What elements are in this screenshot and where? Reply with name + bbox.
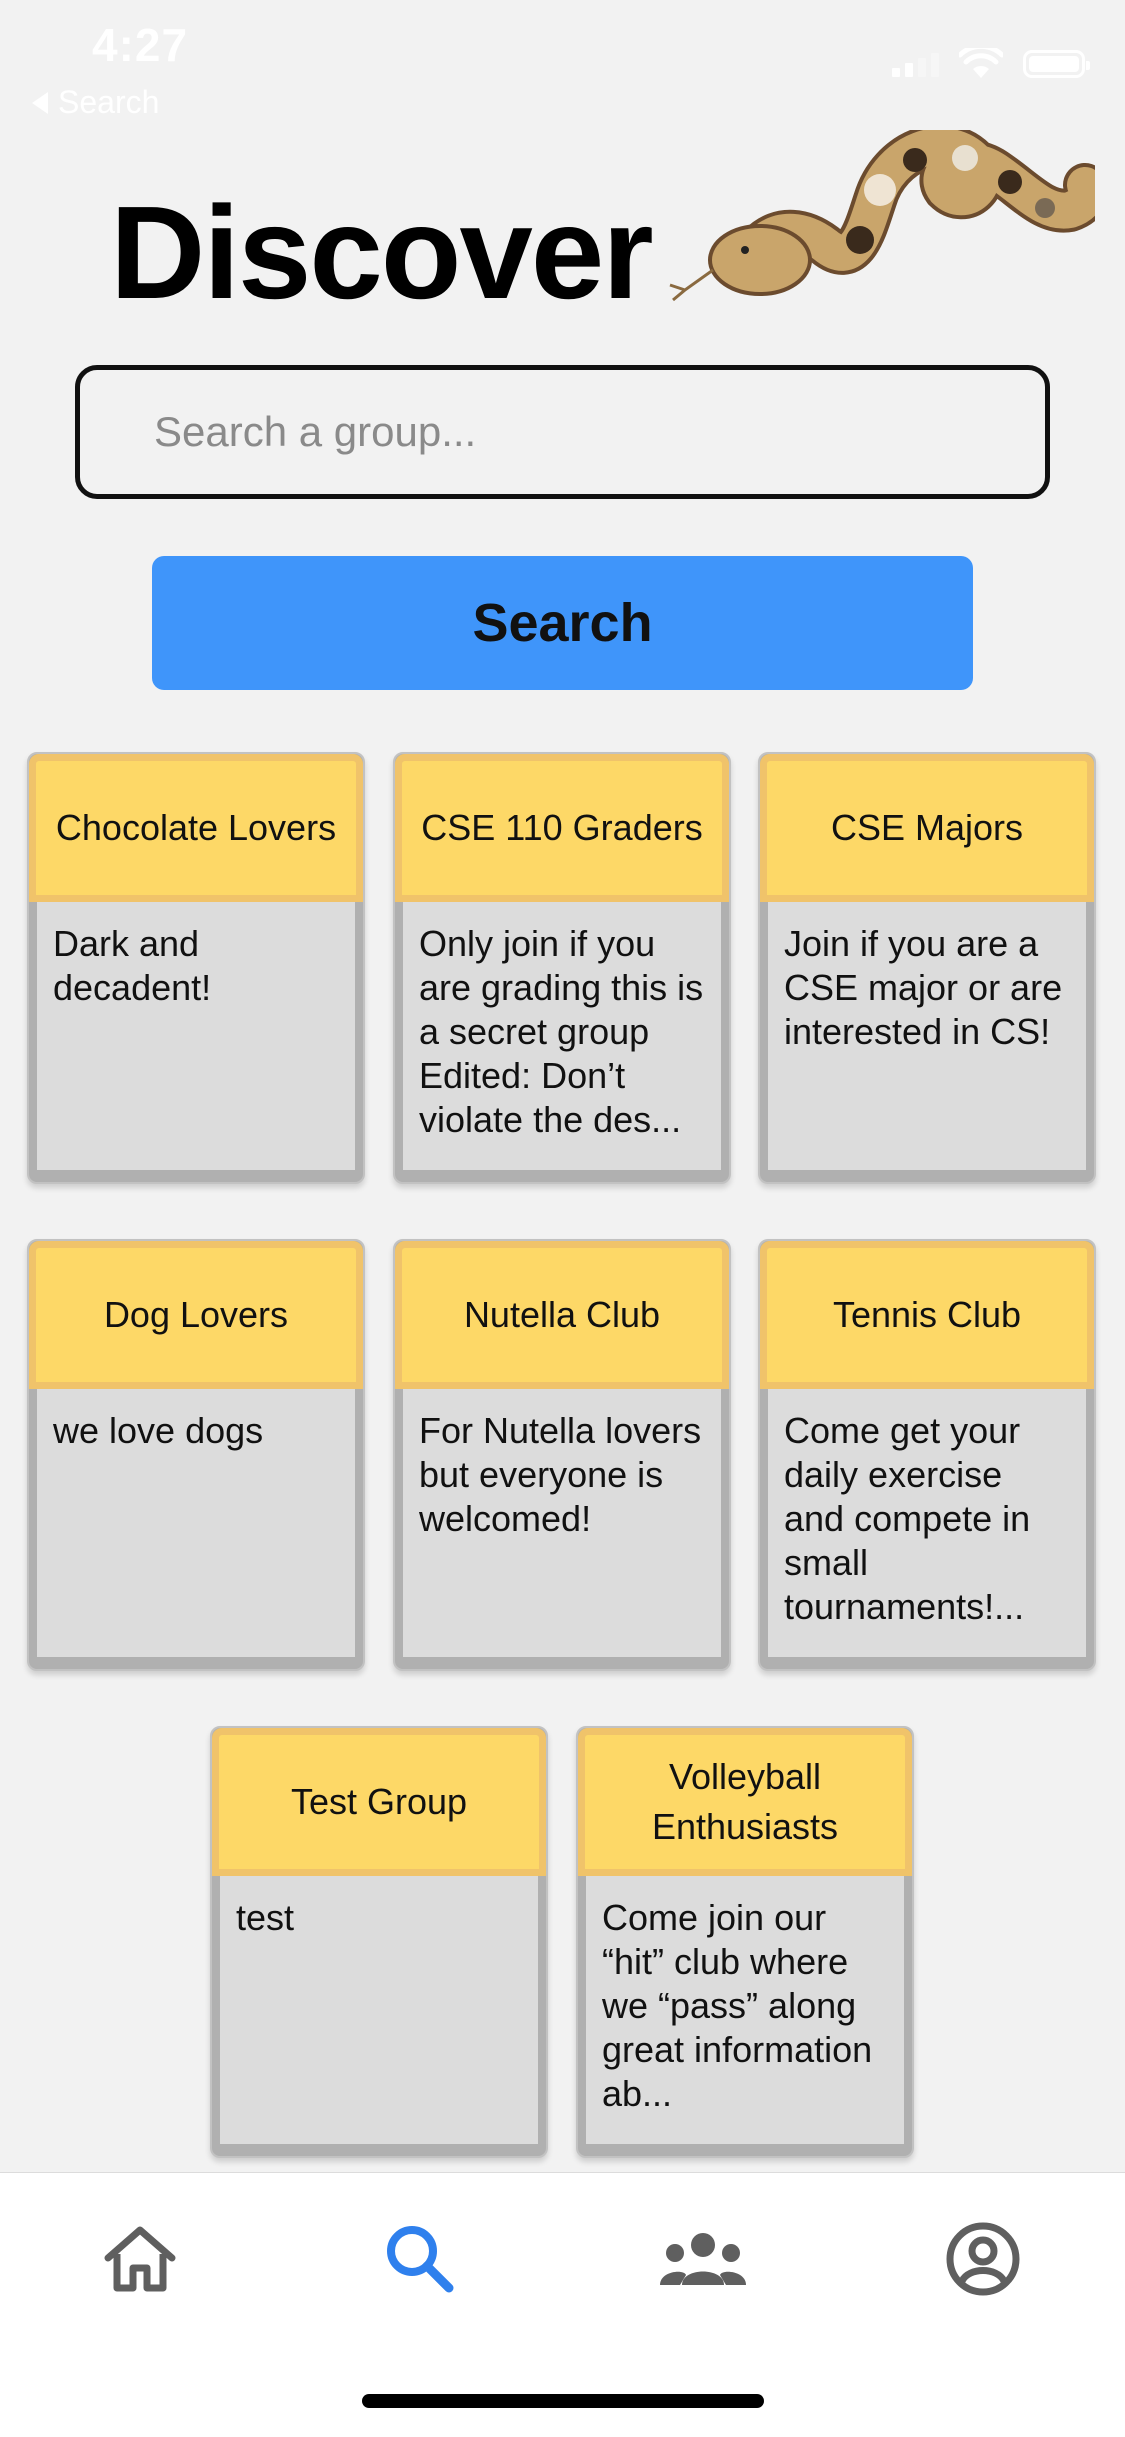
group-grid: Chocolate Lovers Dark and decadent! CSE … [0, 0, 1125, 2200]
group-description: Come join our “hit” club where we “pass”… [586, 1876, 904, 2144]
group-name: Nutella Club [395, 1241, 729, 1389]
group-card[interactable]: Chocolate Lovers Dark and decadent! [27, 752, 365, 1184]
home-icon [104, 2226, 176, 2292]
group-description: test [220, 1876, 538, 2144]
search-icon [387, 2226, 454, 2293]
group-description: Only join if you are grading this is a s… [403, 902, 721, 1170]
group-card[interactable]: Dog Lovers we love dogs [27, 1239, 365, 1671]
groups-icon [660, 2233, 746, 2285]
group-card[interactable]: Volleyball Enthusiasts Come join our “hi… [576, 1726, 914, 2158]
group-name: Tennis Club [760, 1241, 1094, 1389]
group-name: Chocolate Lovers [29, 754, 363, 902]
group-card[interactable]: Nutella Club For Nutella lovers but ever… [393, 1239, 731, 1671]
tab-home[interactable] [90, 2209, 190, 2309]
group-description: For Nutella lovers but everyone is welco… [403, 1389, 721, 1657]
group-name: CSE Majors [760, 754, 1094, 902]
tab-groups[interactable] [653, 2209, 753, 2309]
group-card[interactable]: CSE Majors Join if you are a CSE major o… [758, 752, 1096, 1184]
group-description: Dark and decadent! [37, 902, 355, 1170]
tab-profile[interactable] [933, 2209, 1033, 2309]
home-indicator [362, 2394, 764, 2408]
group-name: Test Group [212, 1728, 546, 1876]
profile-icon [946, 2222, 1020, 2296]
group-description: Come get your daily exercise and compete… [768, 1389, 1086, 1657]
group-name: CSE 110 Graders [395, 754, 729, 902]
group-description: Join if you are a CSE major or are inter… [768, 902, 1086, 1170]
tab-search[interactable] [370, 2209, 470, 2309]
group-description: we love dogs [37, 1389, 355, 1657]
group-name: Dog Lovers [29, 1241, 363, 1389]
group-name: Volleyball Enthusiasts [578, 1728, 912, 1876]
group-card[interactable]: Tennis Club Come get your daily exercise… [758, 1239, 1096, 1671]
group-card[interactable]: Test Group test [210, 1726, 548, 2158]
group-card[interactable]: CSE 110 Graders Only join if you are gra… [393, 752, 731, 1184]
